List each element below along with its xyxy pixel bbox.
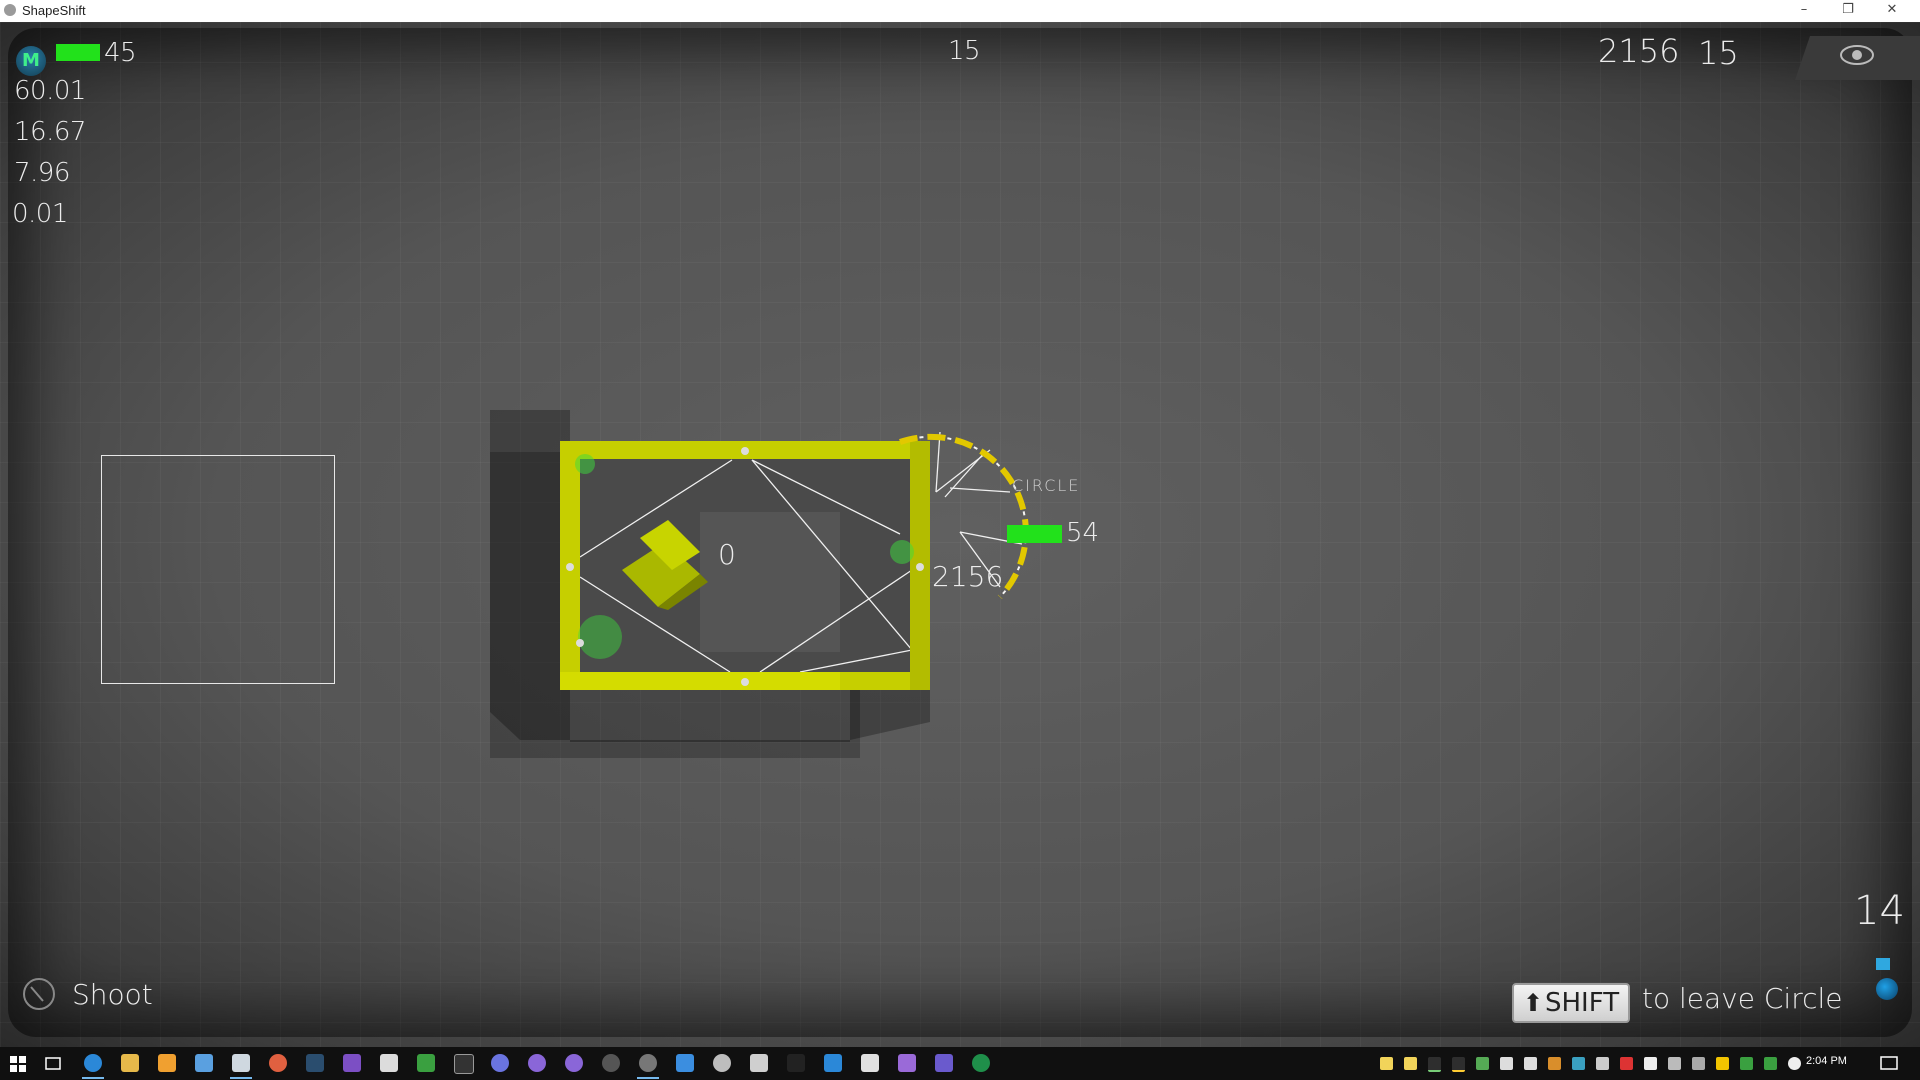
tray-icon-network[interactable] — [1572, 1057, 1585, 1070]
tray-icon-vpn[interactable] — [1524, 1057, 1537, 1070]
task-view-icon[interactable] — [45, 1056, 61, 1072]
shoot-label: Shoot — [72, 978, 153, 1011]
tray-icon-graph[interactable] — [1452, 1057, 1465, 1072]
notes-app-icon[interactable] — [195, 1054, 213, 1072]
tray-icon-folder[interactable] — [1404, 1057, 1417, 1070]
taskbar-clock[interactable]: 2:04 PM — [1806, 1055, 1847, 1067]
tray-icon-notes[interactable] — [1380, 1057, 1393, 1070]
enemy-count-label: 0 — [718, 538, 736, 571]
hex-editor-icon[interactable] — [417, 1054, 435, 1072]
tray-icon-monitor[interactable] — [1428, 1057, 1441, 1072]
media-app-icon[interactable] — [158, 1054, 176, 1072]
app-icon-a[interactable] — [528, 1054, 546, 1072]
shield-icon[interactable] — [1788, 1057, 1801, 1070]
app-icon-c[interactable] — [602, 1054, 620, 1072]
leave-circle-hint: to leave Circle — [1642, 982, 1843, 1015]
app-icon-k[interactable] — [935, 1054, 953, 1072]
tray-icon-display[interactable] — [1668, 1057, 1681, 1070]
volume-icon[interactable] — [1596, 1057, 1609, 1070]
file-explorer-icon[interactable] — [121, 1054, 139, 1072]
tray-icon-app[interactable] — [1476, 1057, 1489, 1070]
status-indicator — [1876, 958, 1890, 970]
game-scene — [490, 410, 1062, 758]
active-indicator — [230, 1077, 252, 1079]
tray-icon-alert[interactable] — [1620, 1057, 1633, 1070]
active-indicator — [637, 1077, 659, 1079]
app-icon-d[interactable] — [676, 1054, 694, 1072]
app-icon-b[interactable] — [565, 1054, 583, 1072]
chat-app-icon[interactable] — [491, 1054, 509, 1072]
visual-studio-icon[interactable] — [343, 1054, 361, 1072]
ability-orb-icon[interactable] — [1876, 978, 1898, 1000]
close-button[interactable]: ✕ — [1870, 0, 1914, 22]
shift-arrow-icon: ⬆ — [1522, 989, 1543, 1017]
window-title: ShapeShift — [22, 3, 86, 18]
circle-health-value: 54 — [1066, 518, 1100, 548]
windows-taskbar: 2:04 PM — [0, 1047, 1920, 1080]
windows-logo-icon[interactable] — [10, 1056, 26, 1072]
window-titlebar: ShapeShift – ❐ ✕ — [0, 0, 1920, 22]
app-icon-h[interactable] — [824, 1054, 842, 1072]
tray-icon-h1[interactable] — [1740, 1057, 1753, 1070]
active-indicator — [82, 1077, 104, 1079]
glow-spot — [890, 540, 914, 564]
star-icon[interactable] — [1716, 1057, 1729, 1070]
paint-app-icon[interactable] — [269, 1054, 287, 1072]
restore-button[interactable]: ❐ — [1826, 0, 1870, 22]
mouse-click-icon — [23, 978, 55, 1010]
shapeshift-taskbar-icon[interactable] — [639, 1054, 657, 1072]
terminal-icon[interactable] — [454, 1054, 474, 1074]
document-app-icon[interactable] — [232, 1054, 250, 1072]
editor-app-icon[interactable] — [380, 1054, 398, 1072]
tray-icon-battery[interactable] — [1548, 1057, 1561, 1070]
notifications-icon[interactable] — [1880, 1056, 1898, 1072]
app-icon-l[interactable] — [972, 1054, 990, 1072]
shift-key-label: SHIFT — [1545, 988, 1620, 1018]
tray-icon-tool[interactable] — [1692, 1057, 1705, 1070]
circle-health-bar — [1007, 525, 1062, 543]
glow-spot — [575, 454, 595, 474]
glow-spot — [578, 615, 622, 659]
tray-icon-usb[interactable] — [1500, 1057, 1513, 1070]
minimize-button[interactable]: – — [1782, 0, 1826, 22]
steam-icon[interactable] — [306, 1054, 324, 1072]
app-icon-j[interactable] — [898, 1054, 916, 1072]
app-icon-g[interactable] — [787, 1054, 805, 1072]
circle-name-label: CIRCLE — [1012, 476, 1081, 495]
app-icon-e[interactable] — [713, 1054, 731, 1072]
shift-key-button[interactable]: ⬆ SHIFT — [1512, 983, 1630, 1023]
app-icon-i[interactable] — [861, 1054, 879, 1072]
game-viewport[interactable]: M 45 60.01 16.67 7.96 0.01 15 2156 15 0 … — [0, 22, 1920, 1047]
tray-icon-h2[interactable] — [1764, 1057, 1777, 1070]
app-icon-f[interactable] — [750, 1054, 768, 1072]
bottom-right-counter: 14 — [1854, 888, 1905, 934]
app-icon — [4, 4, 16, 16]
circle-score-label: 2156 — [932, 560, 1004, 593]
tray-icon-n[interactable] — [1644, 1057, 1657, 1070]
browser-icon[interactable] — [84, 1054, 102, 1072]
base-inner-plate — [700, 512, 840, 652]
